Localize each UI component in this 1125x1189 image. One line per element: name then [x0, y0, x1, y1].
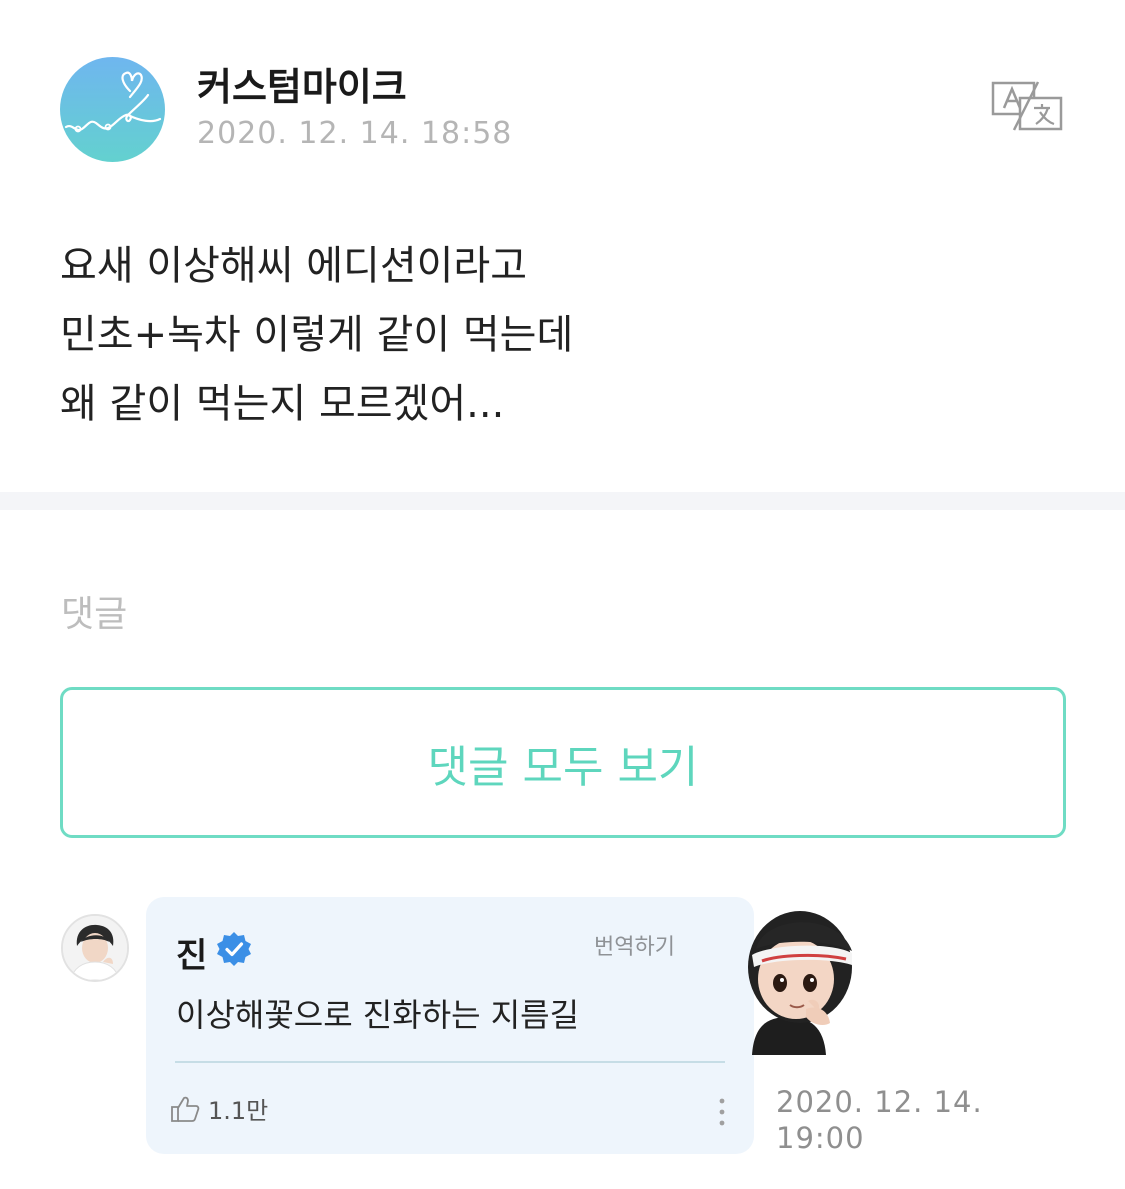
thumbs-up-icon	[171, 1096, 200, 1122]
comment-date: 2020. 12. 14. 19:00	[776, 1084, 983, 1156]
post-date: 2020. 12. 14. 18:58	[197, 116, 513, 151]
character-sticker	[748, 905, 858, 1065]
heart-doodle-icon	[64, 71, 162, 133]
comment-divider	[175, 1061, 725, 1063]
comment-date-line: 2020. 12. 14.	[776, 1085, 983, 1119]
like-count: 1.1만	[208, 1097, 269, 1125]
commenter-name[interactable]: 진	[176, 928, 207, 977]
author-avatar[interactable]	[60, 57, 165, 162]
comment-text: 이상해꽃으로 진화하는 지름길	[176, 996, 580, 1034]
comment-date-line: 19:00	[776, 1121, 865, 1155]
translate-icon[interactable]	[990, 80, 1064, 132]
section-divider	[0, 492, 1125, 510]
post-body: 요새 이상해씨 에디션이라고 민초+녹차 이렇게 같이 먹는데 왜 같이 먹는지…	[60, 232, 573, 439]
view-all-comments-button[interactable]: 댓글 모두 보기	[60, 687, 1066, 838]
comments-heading: 댓글	[61, 594, 128, 635]
more-options-icon[interactable]	[718, 1097, 726, 1127]
verified-badge-icon	[217, 932, 251, 966]
post-body-line: 민초+녹차 이렇게 같이 먹는데	[60, 312, 574, 358]
post-body-line: 왜 같이 먹는지 모르겠어...	[60, 381, 505, 427]
commenter-avatar[interactable]	[61, 914, 129, 982]
translate-comment-link[interactable]: 번역하기	[594, 929, 675, 961]
post-body-line: 요새 이상해씨 에디션이라고	[60, 243, 528, 289]
like-button[interactable]: 1.1만	[170, 1091, 268, 1126]
comment-card: 진 번역하기 이상해꽃으로 진화하는 지름길 1.1만	[146, 897, 754, 1154]
author-name[interactable]: 커스텀마이크	[197, 56, 407, 111]
